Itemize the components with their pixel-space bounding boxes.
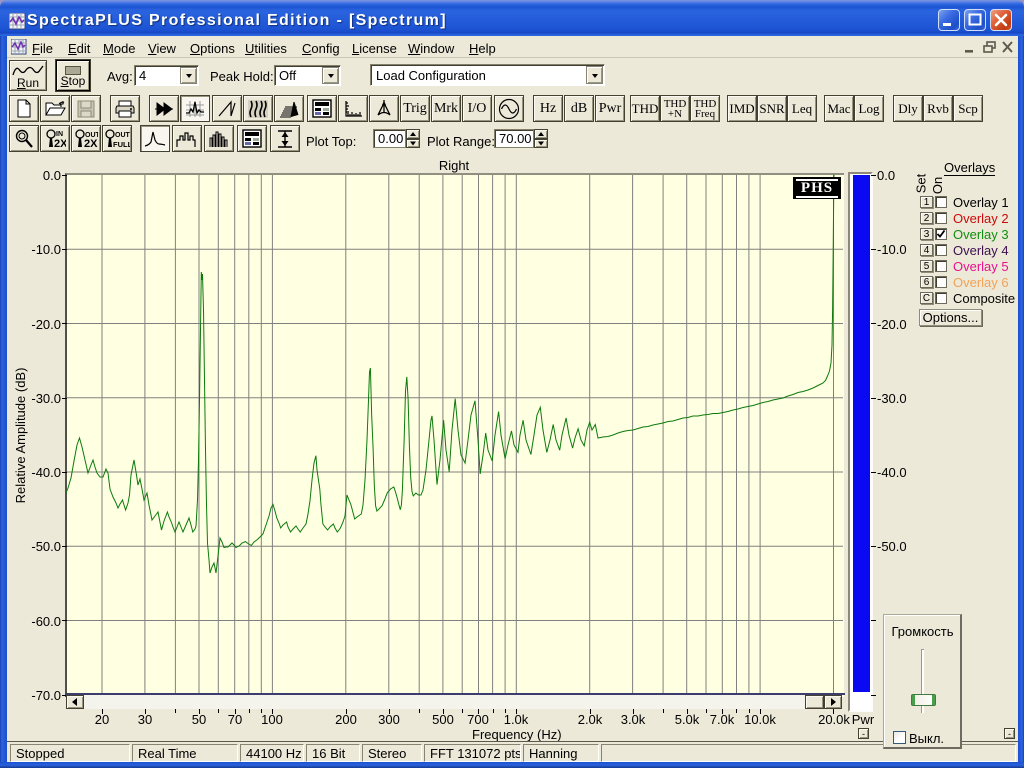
svg-text:IN: IN	[56, 131, 63, 138]
svg-text:2X: 2X	[84, 138, 98, 150]
svg-text:FULL: FULL	[113, 140, 130, 149]
svg-text:2X: 2X	[54, 138, 66, 150]
svg-text:OUT: OUT	[115, 132, 130, 139]
